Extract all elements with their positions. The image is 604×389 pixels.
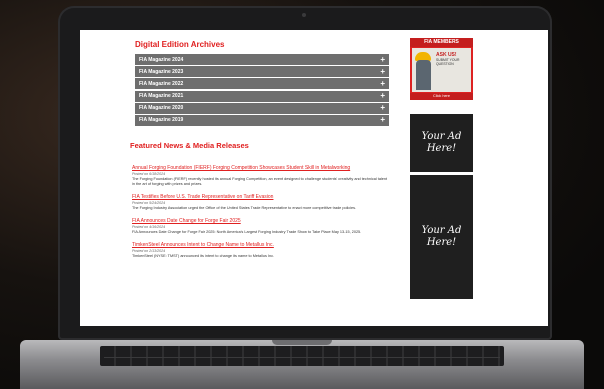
ad-slot-2[interactable]: Your Ad Here! xyxy=(410,175,473,299)
list-item: FIA Announces Date Change for Forge Fair… xyxy=(132,218,390,235)
list-item: FIA Testifies Before U.S. Trade Represen… xyxy=(132,194,390,211)
accordion-item-2019[interactable]: FIA Magazine 2019 + xyxy=(135,114,389,126)
news-date: Posted on 5/24/2024 xyxy=(132,201,166,205)
news-summary: The Forging Foundation (FIERF) recently … xyxy=(132,177,388,186)
accordion-label: FIA Magazine 2024 xyxy=(139,56,184,63)
news-summary: The Forging Industry Association urged t… xyxy=(132,206,357,210)
news-summary: FIA Announces Date Change for Forge Fair… xyxy=(132,230,362,234)
accordion-item-2022[interactable]: FIA Magazine 2022 + xyxy=(135,78,389,90)
news-list: Annual Forging Foundation (FIERF) Forgin… xyxy=(132,165,390,266)
news-headline-link[interactable]: TimkenSteel Announces Intent to Change N… xyxy=(132,242,390,248)
sidebar: FIA MEMBERS ASK US! SUBMIT YOUR QUESTION… xyxy=(410,38,473,299)
plus-icon: + xyxy=(380,115,385,125)
worker-figure-icon xyxy=(416,60,431,90)
accordion-label: FIA Magazine 2019 xyxy=(139,117,184,124)
list-item: Annual Forging Foundation (FIERF) Forgin… xyxy=(132,165,390,187)
plus-icon: + xyxy=(380,66,385,76)
news-summary: TimkenSteel (NYSE: TMST) announced its i… xyxy=(132,254,275,258)
ad-text: Your Ad Here! xyxy=(421,131,462,154)
news-date: Posted on 2/13/2024 xyxy=(132,249,166,253)
accordion-label: FIA Magazine 2023 xyxy=(139,68,184,75)
news-headline-link[interactable]: FIA Announces Date Change for Forge Fair… xyxy=(132,218,390,224)
accordion-item-2021[interactable]: FIA Magazine 2021 + xyxy=(135,90,389,102)
archives-title: Digital Edition Archives xyxy=(135,40,225,49)
accordion-item-2024[interactable]: FIA Magazine 2024 + xyxy=(135,54,389,65)
accordion-item-2023[interactable]: FIA Magazine 2023 + xyxy=(135,66,389,78)
webcam-icon xyxy=(302,13,306,17)
banner-header: FIA MEMBERS xyxy=(410,38,473,47)
fia-members-banner[interactable]: FIA MEMBERS ASK US! SUBMIT YOUR QUESTION… xyxy=(410,38,473,100)
accordion-item-2020[interactable]: FIA Magazine 2020 + xyxy=(135,102,389,114)
ad-slot-1[interactable]: Your Ad Here! xyxy=(410,114,473,172)
news-headline-link[interactable]: FIA Testifies Before U.S. Trade Represen… xyxy=(132,194,390,200)
news-headline-link[interactable]: Annual Forging Foundation (FIERF) Forgin… xyxy=(132,165,390,171)
archives-accordion: FIA Magazine 2024 + FIA Magazine 2023 + … xyxy=(135,54,389,127)
keyboard xyxy=(100,346,504,366)
banner-image: ASK US! SUBMIT YOUR QUESTION xyxy=(412,48,471,92)
ad-text: Your Ad Here! xyxy=(421,225,462,248)
news-section-title: Featured News & Media Releases xyxy=(130,141,249,150)
banner-click-here[interactable]: Click here xyxy=(410,93,473,100)
plus-icon: + xyxy=(380,103,385,113)
list-item: TimkenSteel Announces Intent to Change N… xyxy=(132,242,390,259)
news-date: Posted on 4/16/2024 xyxy=(132,225,166,229)
plus-icon: + xyxy=(380,78,385,88)
keyboard-divider xyxy=(104,357,500,358)
accordion-label: FIA Magazine 2021 xyxy=(139,93,184,100)
laptop-screen: Digital Edition Archives FIA Magazine 20… xyxy=(80,30,548,326)
accordion-label: FIA Magazine 2020 xyxy=(139,105,184,112)
news-date: Posted on 6/18/2024 xyxy=(132,172,166,176)
banner-sub: SUBMIT YOUR QUESTION xyxy=(436,58,460,66)
accordion-label: FIA Magazine 2022 xyxy=(139,80,184,87)
laptop-notch xyxy=(272,340,332,345)
plus-icon: + xyxy=(380,54,385,64)
plus-icon: + xyxy=(380,91,385,101)
